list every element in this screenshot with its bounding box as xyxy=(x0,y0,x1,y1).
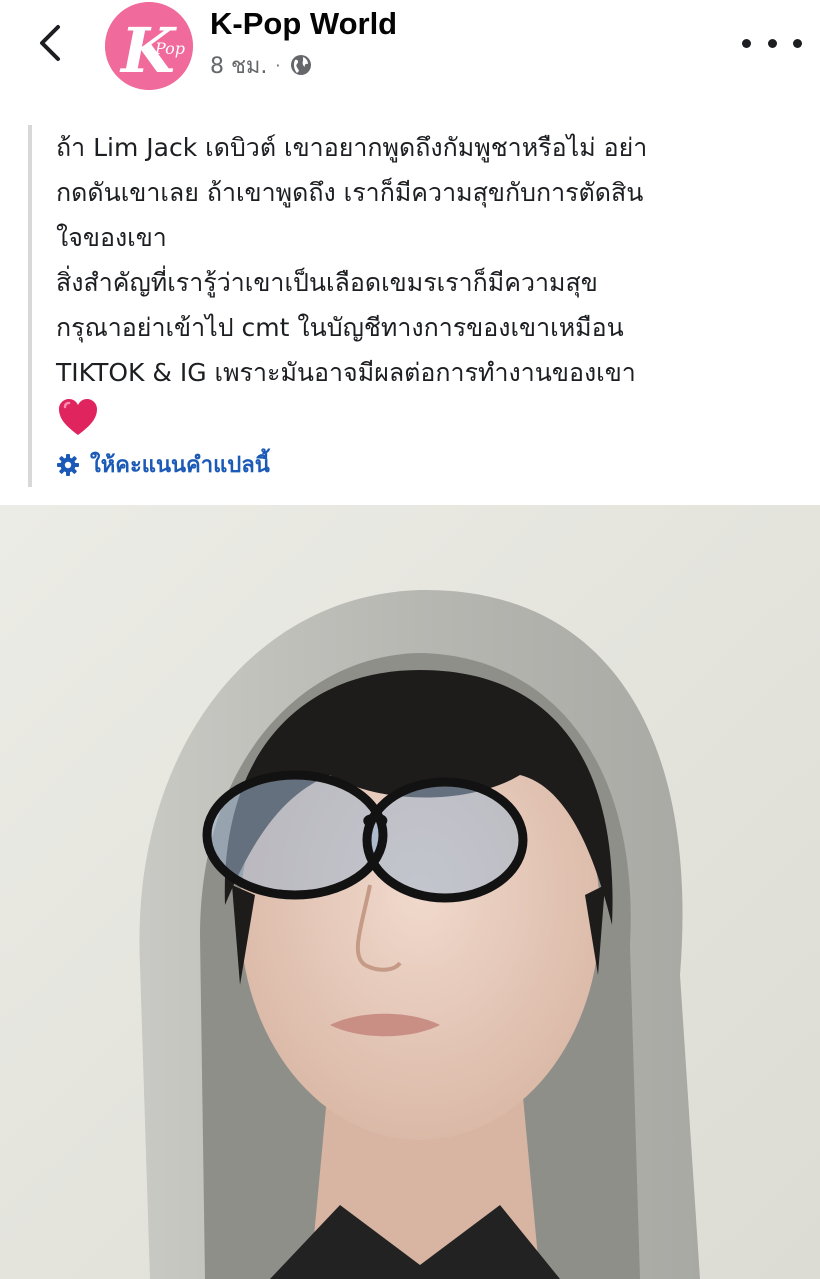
meta-separator: · xyxy=(275,55,281,75)
more-dots-icon xyxy=(742,38,751,48)
heart-icon xyxy=(59,399,97,435)
post-text: ถ้า Lim Jack เดบิวต์ เขาอยากพูดถึงกัมพูช… xyxy=(56,133,648,387)
gear-icon xyxy=(57,453,79,476)
post-meta: 8 ชม. · xyxy=(210,50,313,80)
post-photo[interactable] xyxy=(0,505,820,1279)
globe-icon xyxy=(290,55,311,75)
svg-text:Pop: Pop xyxy=(154,39,185,58)
page-name[interactable]: K-Pop World xyxy=(210,6,397,42)
rate-translation-button[interactable]: ให้คะแนนคำแปลนี้ xyxy=(56,447,270,482)
more-options-button[interactable] xyxy=(742,28,802,58)
kpop-logo: K Pop xyxy=(105,2,193,90)
post-time[interactable]: 8 ชม. xyxy=(210,48,267,83)
selfie-image xyxy=(0,505,820,1279)
back-arrow-icon xyxy=(40,25,60,61)
rate-translation-label: ให้คะแนนคำแปลนี้ xyxy=(90,453,270,478)
back-button[interactable] xyxy=(26,18,76,68)
page-avatar[interactable]: K Pop xyxy=(105,2,193,90)
post-body: ถ้า Lim Jack เดบิวต์ เขาอยากพูดถึงกัมพูช… xyxy=(28,125,818,487)
post-header: K Pop K-Pop World 8 ชม. · xyxy=(0,0,820,100)
